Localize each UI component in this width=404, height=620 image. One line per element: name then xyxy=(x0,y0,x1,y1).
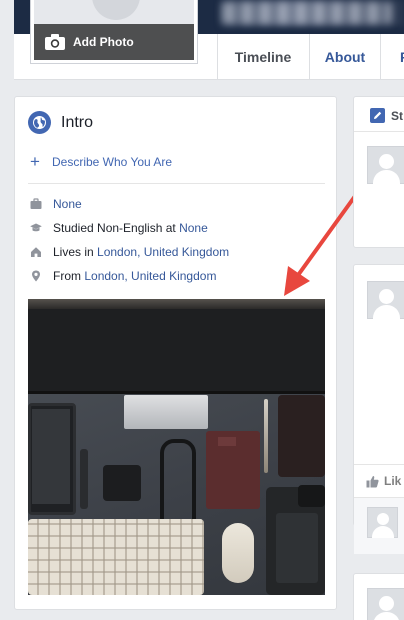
intro-card: Intro + Describe Who You Are None Studie… xyxy=(14,96,337,610)
add-photo-button[interactable]: Add Photo xyxy=(34,24,194,60)
edit-icon xyxy=(370,108,385,123)
tab-about[interactable]: About xyxy=(310,34,380,80)
education-row: Studied Non-English at None xyxy=(30,221,208,235)
thumbs-up-icon xyxy=(366,475,379,487)
profile-name-redacted xyxy=(222,2,392,24)
graphics-tablet-pad xyxy=(276,513,318,583)
hometown-prefix: From xyxy=(53,269,85,283)
home-icon xyxy=(31,247,41,257)
featured-photo[interactable] xyxy=(28,299,325,595)
avatar xyxy=(367,507,398,538)
profile-picture[interactable]: Add Photo xyxy=(34,0,194,60)
tablet-screen xyxy=(32,409,70,504)
avatar xyxy=(367,588,404,620)
monitor-stand xyxy=(124,395,208,429)
stylus xyxy=(80,449,88,509)
intro-title: Intro xyxy=(61,113,94,131)
status-composer-card: St xyxy=(353,96,404,248)
avatar xyxy=(367,146,404,184)
monitor-screen xyxy=(28,309,325,394)
work-row: None xyxy=(30,197,82,211)
timeline-post-card: Lik xyxy=(353,264,404,554)
post-divider xyxy=(354,464,404,465)
cup xyxy=(103,465,141,501)
photo-camera xyxy=(298,485,325,507)
tab-timeline[interactable]: Timeline xyxy=(217,34,309,80)
status-divider xyxy=(354,131,404,132)
education-link[interactable]: None xyxy=(179,221,208,235)
profile-silhouette xyxy=(92,0,140,20)
current-city-prefix: Lives in xyxy=(53,245,98,259)
camera-icon xyxy=(45,34,65,50)
education-prefix: Studied Non-English at xyxy=(53,221,180,235)
like-button[interactable]: Lik xyxy=(366,474,401,488)
add-photo-label: Add Photo xyxy=(73,35,134,49)
comment-area xyxy=(354,498,404,554)
hometown-row: From London, United Kingdom xyxy=(30,269,216,283)
current-city-link[interactable]: London, United Kingdom xyxy=(97,245,229,259)
work-link[interactable]: None xyxy=(53,197,82,211)
intro-header: Intro xyxy=(28,111,93,134)
globe-icon xyxy=(28,111,51,134)
tab-about-label: About xyxy=(324,49,366,65)
keyboard xyxy=(28,519,204,595)
mouse xyxy=(222,523,254,583)
tab-timeline-label: Timeline xyxy=(234,49,292,65)
timeline-post-card xyxy=(353,573,404,620)
current-city-row: Lives in London, United Kingdom xyxy=(30,245,229,259)
pen xyxy=(264,399,268,473)
post-divider xyxy=(354,497,404,498)
like-label: Lik xyxy=(384,474,402,488)
plus-icon: + xyxy=(30,152,40,171)
location-pin-icon xyxy=(32,270,40,282)
wallet xyxy=(278,395,325,477)
profile-picture-frame: Add Photo xyxy=(30,0,198,64)
avatar xyxy=(367,281,404,319)
status-tab-label: St xyxy=(391,108,403,123)
tab-friends[interactable]: F xyxy=(381,34,404,80)
describe-who-you-are-link[interactable]: + Describe Who You Are xyxy=(30,153,172,170)
graduation-cap-icon xyxy=(30,223,42,232)
describe-label: Describe Who You Are xyxy=(52,154,173,169)
status-tab[interactable]: St xyxy=(370,108,403,123)
hometown-link[interactable]: London, United Kingdom xyxy=(84,269,216,283)
notebook-band xyxy=(218,437,236,446)
tab-friends-label: F xyxy=(400,49,404,65)
briefcase-icon xyxy=(30,198,42,209)
